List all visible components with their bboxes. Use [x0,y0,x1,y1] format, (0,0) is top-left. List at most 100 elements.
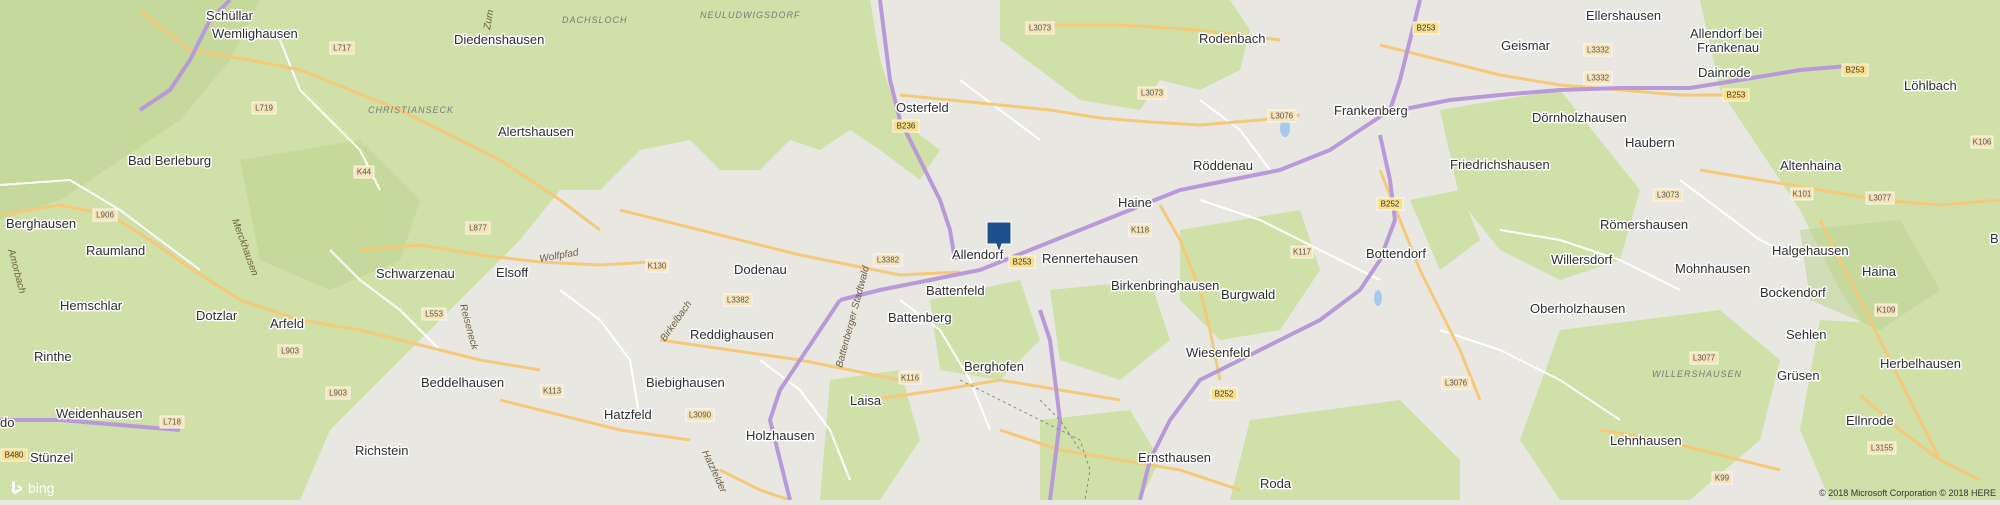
place-label-allendorf-bei-frankenau-1[interactable]: Allendorf bei [1689,25,1764,43]
place-label-sehlen[interactable]: Sehlen [1785,326,1828,344]
place-label-osterfeld[interactable]: Osterfeld [895,99,951,117]
place-label-holzhausen[interactable]: Holzhausen [745,427,817,445]
place-label-dainrode[interactable]: Dainrode [1697,64,1753,82]
place-label-allendorf-bei-frankenau-2[interactable]: Frankenau [1696,39,1761,57]
map-canvas[interactable]: L3073 L3073 B253 L3332 L3332 B253 B253 L… [0,0,2000,502]
place-label-schullar[interactable]: Schüllar [205,7,256,25]
place-label-berghausen[interactable]: Berghausen [5,215,78,233]
place-label-haina[interactable]: Haina [1861,263,1899,281]
road-shield-K101: K101 [1790,187,1814,201]
road-shield-L3073_a: L3073 [1025,21,1055,35]
svg-text:K117: K117 [1293,248,1312,257]
road-shield-B253_x: B253 [1841,63,1869,77]
place-label-richstein[interactable]: Richstein [354,442,410,460]
svg-text:L3332: L3332 [1587,74,1610,83]
place-label-edge-do[interactable]: do [0,414,16,432]
svg-text:B253: B253 [1013,258,1032,267]
place-label-oberholzhausen[interactable]: Oberholzhausen [1529,300,1627,318]
svg-text:L3090: L3090 [689,411,712,420]
place-label-herbelhausen[interactable]: Herbelhausen [1879,355,1963,373]
svg-text:K130: K130 [648,262,667,271]
place-label-wiesenfeld[interactable]: Wiesenfeld [1185,344,1252,362]
place-label-berghofen[interactable]: Berghofen [963,358,1026,376]
place-label-haubern[interactable]: Haubern [1624,134,1677,152]
place-label-allendorf[interactable]: Allendorf [951,246,1006,264]
svg-text:K101: K101 [1793,190,1812,199]
place-label-wemlighausen[interactable]: Wemlighausen [211,25,300,43]
place-label-ellnrode[interactable]: Ellnrode [1845,412,1896,430]
place-label-bad-berleburg[interactable]: Bad Berleburg [127,152,213,170]
place-label-hemschlar[interactable]: Hemschlar [59,297,125,315]
place-label-diedenshausen[interactable]: Diedenshausen [453,31,546,49]
svg-text:L3332: L3332 [1587,46,1610,55]
road-shield-B480: B480 [0,448,28,462]
svg-text:L3076: L3076 [1445,379,1468,388]
place-label-grusen[interactable]: Grüsen [1776,367,1822,385]
svg-text:L553: L553 [425,310,443,319]
place-label-rinthe[interactable]: Rinthe [33,348,74,366]
place-label-reddighausen[interactable]: Reddighausen [689,326,776,344]
bing-logo[interactable]: bing [10,480,54,496]
place-label-bockendorf[interactable]: Bockendorf [1759,284,1828,302]
place-label-mohnhausen[interactable]: Mohnhausen [1674,260,1752,278]
road-shield-K116: K116 [898,371,922,385]
place-label-battenberg[interactable]: Battenberg [887,309,954,327]
area-label-christianseck: CHRISTIANSECK [368,105,454,115]
road-shield-K117: K117 [1290,245,1314,259]
place-label-birkenbringhausen[interactable]: Birkenbringhausen [1110,277,1221,295]
place-label-dotzlar[interactable]: Dotzlar [195,307,240,325]
svg-text:K44: K44 [357,168,372,177]
road-shield-L718: L718 [159,415,185,429]
place-label-battenfeld[interactable]: Battenfeld [925,282,987,300]
area-label-dachsloch: DACHSLOCH [562,15,628,25]
place-label-geismar[interactable]: Geismar [1500,37,1553,55]
place-label-roddenau[interactable]: Röddenau [1192,157,1255,175]
place-label-lehnhausen[interactable]: Lehnhausen [1609,432,1684,450]
bing-logo-icon [12,481,22,494]
road-shield-K113: K113 [540,384,564,398]
place-label-elsoff[interactable]: Elsoff [495,264,531,282]
place-label-edge-b[interactable]: B [1989,230,2000,248]
road-shield-L3073_c: L3073 [1653,188,1683,202]
svg-text:L3382: L3382 [877,256,900,265]
place-label-haine[interactable]: Haine [1117,194,1154,212]
place-label-altenhaina[interactable]: Altenhaina [1779,157,1844,175]
place-label-dodenau[interactable]: Dodenau [733,261,789,279]
place-label-dornholzhausen[interactable]: Dörnholzhausen [1531,109,1629,127]
place-label-willersdorf[interactable]: Willersdorf [1550,251,1615,269]
place-label-schwarzenau[interactable]: Schwarzenau [375,265,457,283]
road-shield-L906: L906 [92,208,118,222]
place-label-ellershausen[interactable]: Ellershausen [1585,7,1663,25]
place-label-rennertehausen[interactable]: Rennertehausen [1041,250,1140,268]
place-label-friedrichshausen[interactable]: Friedrichshausen [1449,156,1552,174]
place-label-roda[interactable]: Roda [1259,475,1294,493]
place-label-halgehausen[interactable]: Halgehausen [1771,242,1851,260]
svg-text:B236: B236 [897,122,916,131]
place-label-raumland[interactable]: Raumland [85,242,147,260]
place-label-hatzfeld[interactable]: Hatzfeld [603,406,654,424]
road-shield-B252_b: B252 [1210,387,1238,401]
place-label-weidenhausen[interactable]: Weidenhausen [55,405,145,423]
place-label-arfeld[interactable]: Arfeld [269,315,306,333]
place-label-beddelhausen[interactable]: Beddelhausen [420,374,506,392]
place-label-lohlbach[interactable]: Löhlbach [1903,77,1959,95]
svg-text:K109: K109 [1877,306,1896,315]
svg-text:L717: L717 [333,44,351,53]
place-label-ernsthausen[interactable]: Ernsthausen [1137,449,1213,467]
place-label-biebighausen[interactable]: Biebighausen [645,374,727,392]
svg-text:L3073: L3073 [1029,24,1052,33]
place-label-burgwald[interactable]: Burgwald [1220,286,1277,304]
place-label-rodenbach[interactable]: Rodenbach [1198,30,1268,48]
road-shield-L3090: L3090 [685,408,715,422]
place-label-bottendorf[interactable]: Bottendorf [1365,245,1428,263]
svg-text:L903: L903 [281,347,299,356]
place-label-frankenberg[interactable]: Frankenberg [1333,102,1410,120]
svg-text:K99: K99 [1715,474,1730,483]
road-shield-B253_m: B253 [1008,255,1036,269]
place-label-alertshausen[interactable]: Alertshausen [497,123,576,141]
place-label-laisa[interactable]: Laisa [849,392,884,410]
place-label-stunzel[interactable]: Stünzel [29,449,75,467]
svg-text:L3077: L3077 [1869,194,1892,203]
place-label-romershausen[interactable]: Römershausen [1599,216,1690,234]
map-svg[interactable]: L3073 L3073 B253 L3332 L3332 B253 B253 L… [0,0,2000,502]
